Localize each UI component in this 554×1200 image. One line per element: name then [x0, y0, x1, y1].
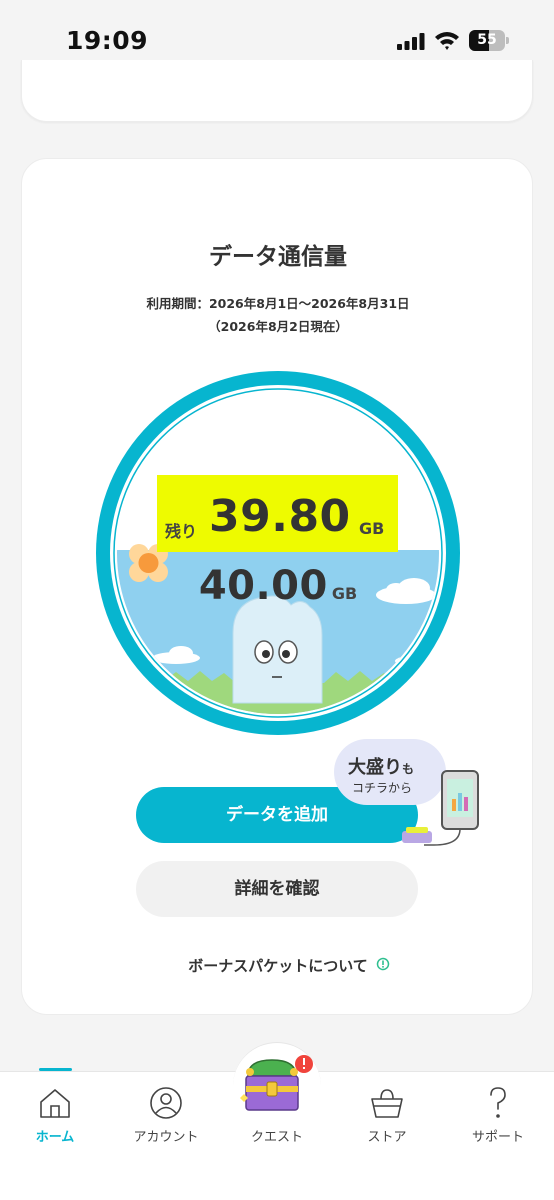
previous-card	[21, 60, 533, 122]
total-unit: GB	[331, 584, 358, 603]
tab-label: クエスト	[250, 1130, 303, 1145]
data-usage-card: データ通信量 利用期間：2026年8月1日〜2026年8月31日 （2026年8…	[21, 158, 533, 1015]
home-icon	[40, 1089, 70, 1118]
tab-account[interactable]: アカウント	[121, 1086, 211, 1146]
mascot-character	[232, 595, 323, 704]
remaining-label: 残り	[165, 522, 198, 541]
remaining-data-display: 残り 39.80 GB	[157, 475, 398, 552]
as-of-date: （2026年8月2日現在）	[208, 319, 348, 334]
total-data-display: 40.00 GB	[22, 563, 534, 609]
battery-icon: 55	[469, 30, 509, 51]
extra-large-promo[interactable]: 大盛りも コチラから	[334, 735, 484, 851]
card-title: データ通信量	[209, 244, 347, 270]
treasure-chest-icon[interactable]	[236, 1052, 318, 1120]
tab-label: ストア	[367, 1130, 407, 1145]
tab-label: アカウント	[133, 1130, 199, 1145]
tab-store[interactable]: ストア	[342, 1086, 432, 1146]
cellular-signal-icon	[397, 33, 425, 50]
remaining-unit: GB	[359, 519, 385, 538]
active-tab-indicator	[39, 1068, 72, 1071]
data-gauge	[96, 371, 460, 735]
remaining-value: 39.80	[209, 491, 351, 542]
battery-percent: 55	[477, 32, 497, 48]
account-icon	[150, 1087, 182, 1119]
basket-icon	[371, 1089, 403, 1118]
bonus-packet-link[interactable]: ボーナスパケットについて	[22, 955, 534, 976]
bonus-info-icon[interactable]	[376, 957, 390, 971]
tab-support[interactable]: サポート	[453, 1086, 543, 1146]
tab-label: サポート	[471, 1130, 524, 1145]
total-value: 40.00	[198, 563, 328, 609]
question-icon	[490, 1087, 506, 1118]
phone-charging-icon	[402, 770, 479, 846]
wifi-icon	[435, 32, 459, 50]
usage-period: 利用期間：2026年8月1日〜2026年8月31日	[146, 296, 410, 311]
tab-label: ホーム	[35, 1130, 75, 1145]
status-time: 19:09	[66, 26, 149, 55]
view-details-button[interactable]: 詳細を確認	[136, 861, 418, 917]
tab-home[interactable]: ホーム	[10, 1086, 100, 1146]
